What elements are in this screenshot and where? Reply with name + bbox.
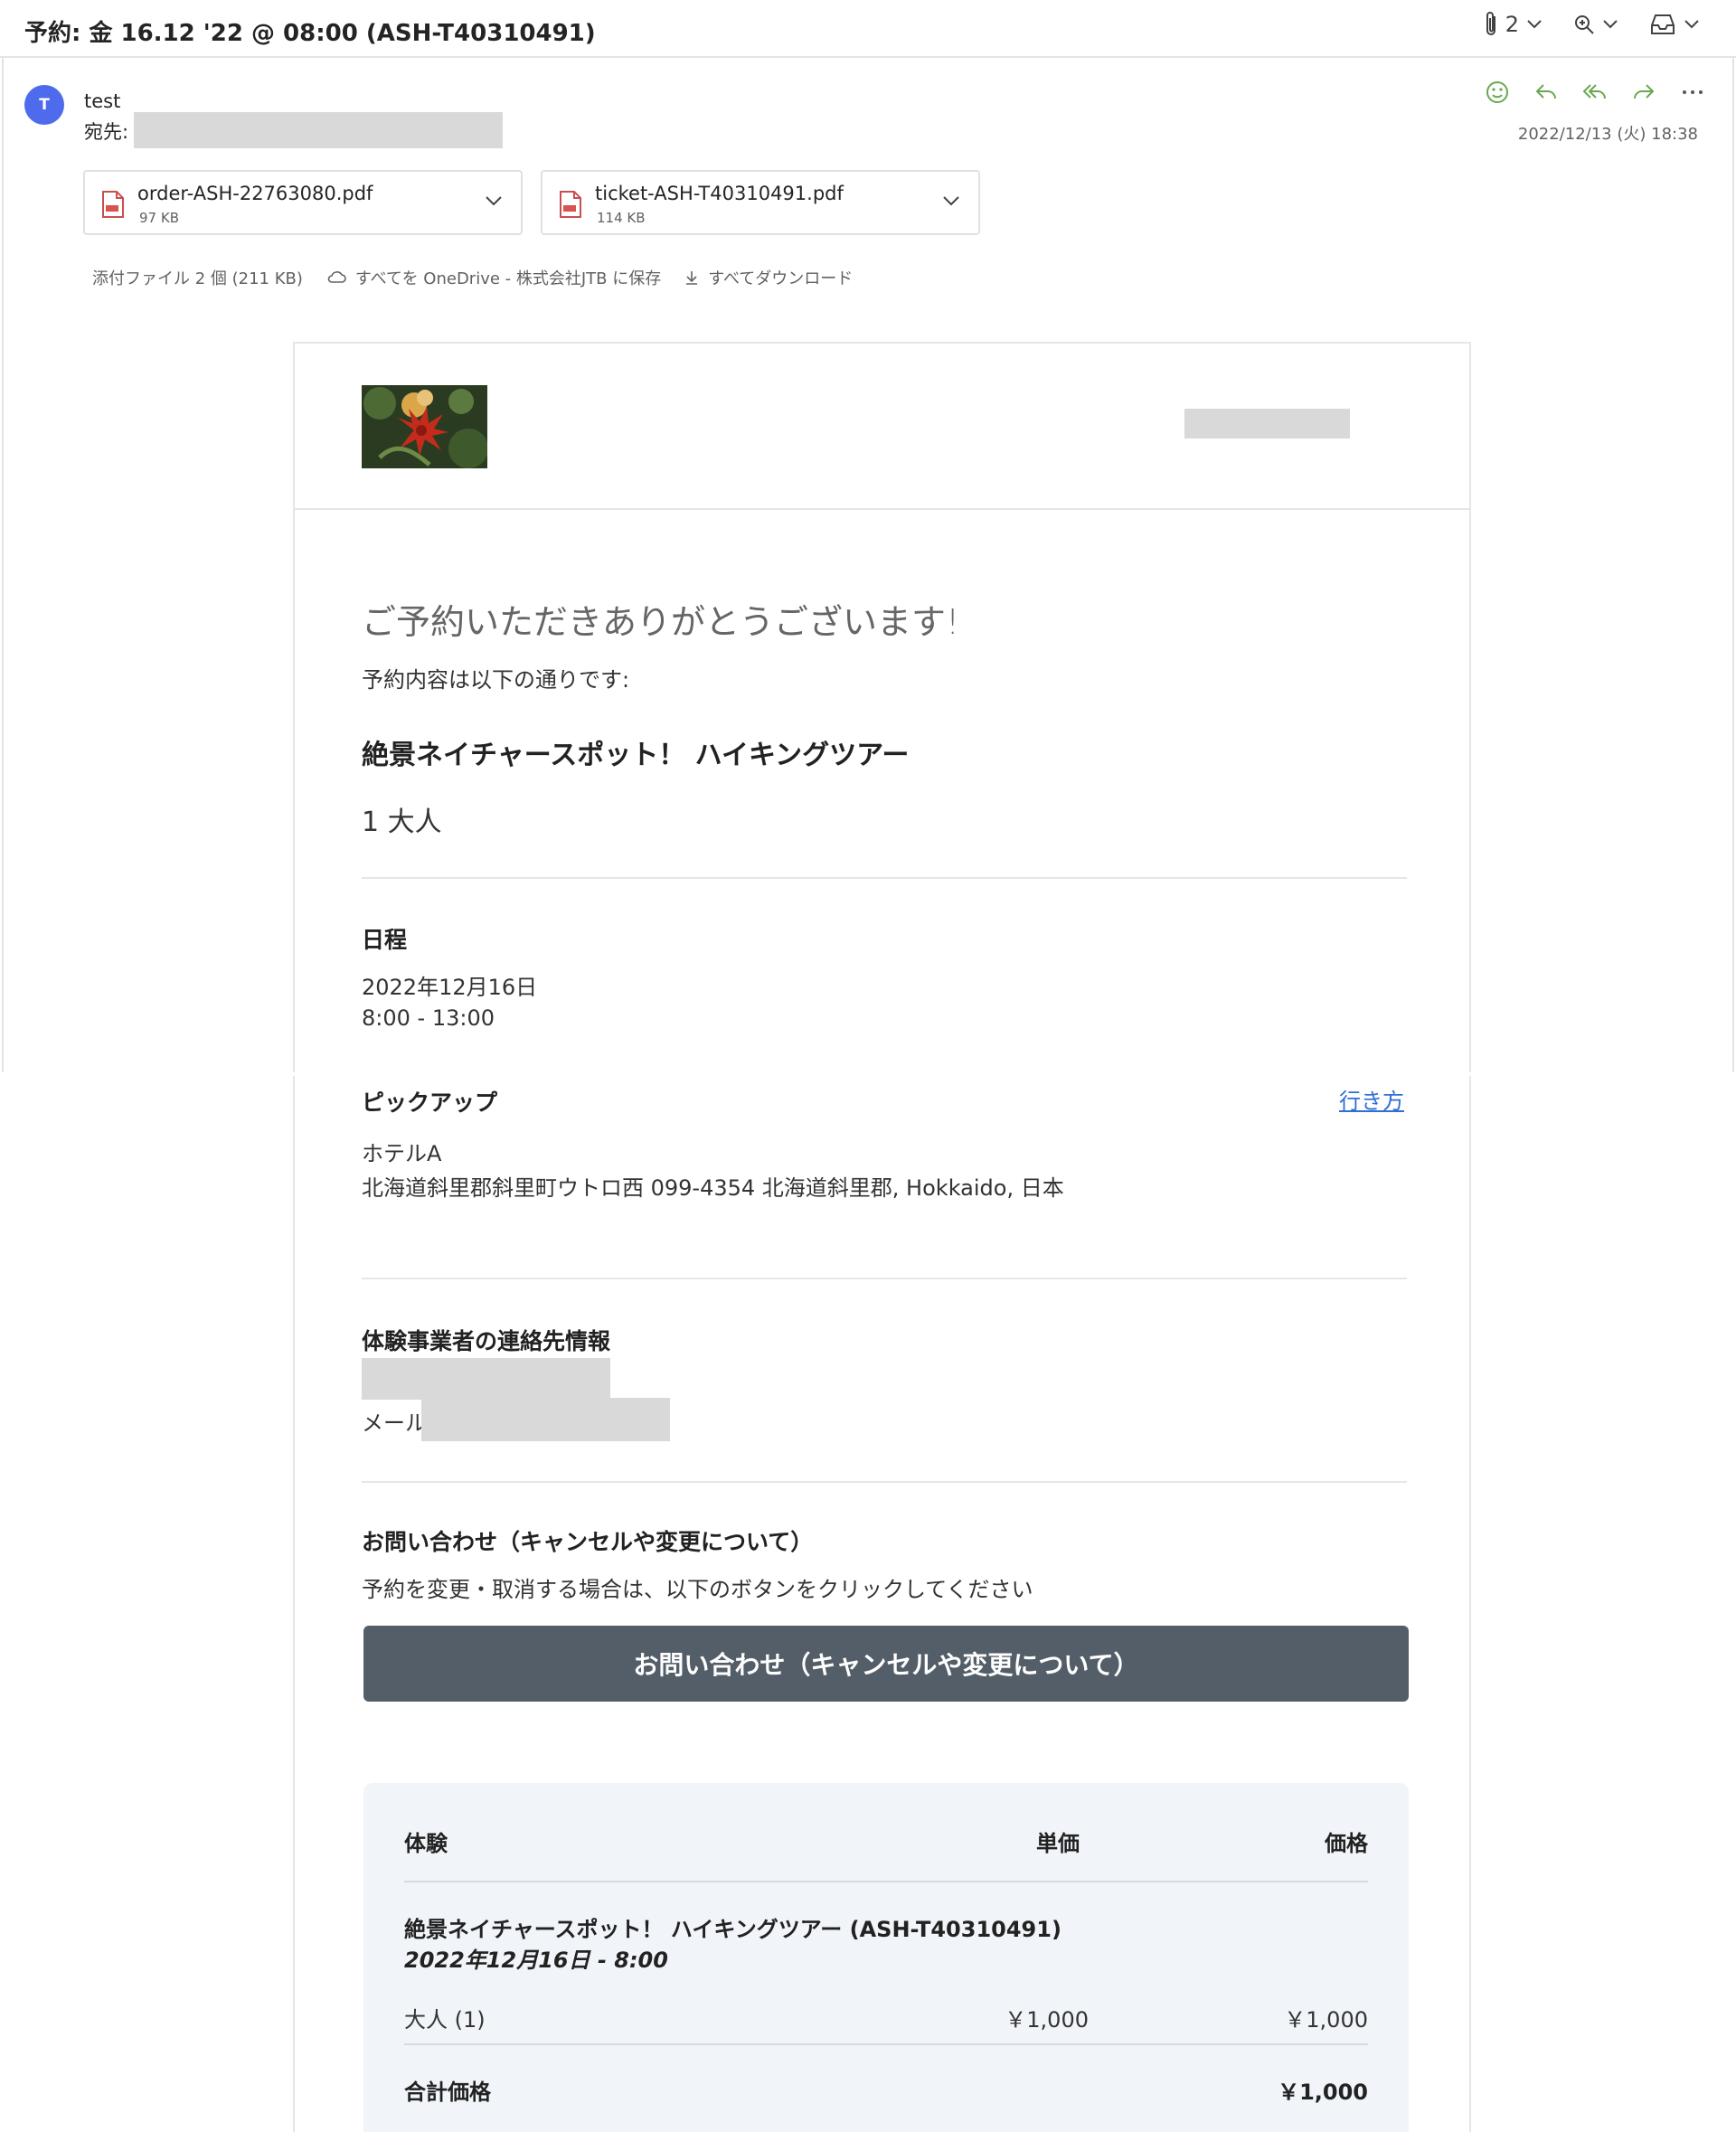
reaction-button[interactable] <box>1483 78 1512 107</box>
item-name: 絶景ネイチャースポット！ ハイキングツアー (ASH-T40310491) <box>404 1917 1061 1942</box>
email-subject: 予約: 金 16.12 '22 @ 08:00 (ASH-T40310491) <box>24 20 596 47</box>
more-actions-button[interactable] <box>1678 78 1707 107</box>
zoom-in-icon <box>1573 14 1595 35</box>
header-tools: 2 <box>1484 11 1700 38</box>
company-logo <box>362 385 487 468</box>
move-to-folder-button[interactable] <box>1649 13 1700 36</box>
schedule-time: 8:00 - 13:00 <box>362 1005 495 1031</box>
row-price: ￥1,000 <box>1284 2007 1368 2033</box>
col-header-price: 価格 <box>1325 1831 1368 1856</box>
inquiry-title: お問い合わせ（キャンセルや変更について） <box>362 1529 814 1555</box>
download-all-link[interactable]: すべてダウンロード <box>684 266 853 289</box>
redacted-operator-name <box>362 1358 610 1400</box>
attachment-count: 2 <box>1505 12 1519 37</box>
participants: 1 大人 <box>362 807 442 838</box>
redacted-recipient <box>134 112 503 148</box>
pickup-place: ホテルA <box>362 1141 442 1166</box>
col-header-experience: 体験 <box>404 1831 448 1856</box>
redacted-header-info <box>1184 409 1350 439</box>
pickup-title: ピックアップ <box>362 1090 498 1116</box>
zoom-button[interactable] <box>1573 14 1618 35</box>
inquiry-button[interactable]: お問い合わせ（キャンセルや変更について） <box>363 1626 1409 1702</box>
pdf-file-icon <box>559 190 582 222</box>
chevron-down-icon <box>1602 19 1618 30</box>
attachment-card-order[interactable]: order-ASH-22763080.pdf 97 KB <box>83 170 523 235</box>
paperclip-icon <box>1484 11 1498 38</box>
chevron-down-icon <box>1684 19 1700 30</box>
thank-you-heading: ご予約いただきありがとうございます! <box>362 602 960 642</box>
attachment-name: order-ASH-22763080.pdf <box>137 183 373 204</box>
attachment-size: 97 KB <box>139 210 179 226</box>
save-to-onedrive-link[interactable]: すべてを OneDrive - 株式会社JTB に保存 <box>326 266 661 289</box>
email-body: ご予約いただきありがとうございます! 予約内容は以下の通りです: 絶景ネイチャー… <box>293 342 1471 2132</box>
divider <box>362 1481 1407 1483</box>
directions-link[interactable]: 行き方 <box>1339 1083 1404 1115</box>
divider <box>362 877 1407 879</box>
cloud-icon <box>327 271 346 283</box>
chevron-down-icon <box>1526 19 1543 30</box>
schedule-title: 日程 <box>362 927 408 953</box>
pdf-file-icon <box>101 190 125 222</box>
screenshot-seam <box>0 1072 1736 1076</box>
pane-border-right <box>1732 58 1734 1076</box>
message-actions <box>1483 78 1707 107</box>
attachment-summary: 添付ファイル 2 個 (211 KB) <box>92 269 303 288</box>
email-header-band <box>295 344 1469 510</box>
avatar[interactable]: T <box>24 85 64 125</box>
total-label: 合計価格 <box>404 2080 491 2105</box>
total-price: ￥1,000 <box>1278 2080 1368 2105</box>
mail-label: メール <box>362 1410 427 1436</box>
row-unit-price: ￥1,000 <box>1005 2007 1089 2033</box>
item-datetime: 2022年12月16日 - 8:00 <box>404 1948 668 1973</box>
redacted-email-address <box>421 1398 670 1441</box>
divider <box>404 2043 1368 2045</box>
price-table: 体験 単価 価格 絶景ネイチャースポット！ ハイキングツアー (ASH-T403… <box>363 1783 1409 2132</box>
attachment-size: 114 KB <box>597 210 646 226</box>
reading-pane-header: 予約: 金 16.12 '22 @ 08:00 (ASH-T40310491) … <box>0 0 1736 58</box>
chevron-down-icon[interactable] <box>942 193 960 211</box>
intro-text: 予約内容は以下の通りです: <box>362 667 630 693</box>
attachment-actions-bar: 添付ファイル 2 個 (211 KB) すべてを OneDrive - 株式会社… <box>92 266 853 289</box>
operator-contact-title: 体験事業者の連絡先情報 <box>362 1328 611 1354</box>
tour-name: 絶景ネイチャースポット！ ハイキングツアー <box>362 740 910 771</box>
attachment-name: ticket-ASH-T40310491.pdf <box>595 183 844 204</box>
pickup-address: 北海道斜里郡斜里町ウトロ西 099-4354 北海道斜里郡, Hokkaido,… <box>362 1175 1064 1201</box>
recipient-label: 宛先: <box>84 121 129 143</box>
divider <box>362 1278 1407 1279</box>
row-label: 大人 (1) <box>404 2007 486 2033</box>
inquiry-text: 予約を変更・取消する場合は、以下のボタンをクリックしてください <box>362 1577 1033 1602</box>
chevron-down-icon[interactable] <box>485 193 503 211</box>
reply-button[interactable] <box>1532 78 1561 107</box>
schedule-date: 2022年12月16日 <box>362 975 538 1000</box>
inbox-icon <box>1649 13 1676 36</box>
forward-button[interactable] <box>1629 78 1658 107</box>
col-header-unit-price: 単価 <box>1036 1831 1080 1856</box>
download-icon <box>686 271 698 285</box>
attachment-card-ticket[interactable]: ticket-ASH-T40310491.pdf 114 KB <box>541 170 980 235</box>
pane-border-left <box>2 58 4 1076</box>
reply-all-button[interactable] <box>1580 78 1609 107</box>
message-timestamp: 2022/12/13 (火) 18:38 <box>1517 125 1698 144</box>
attachments-toggle[interactable]: 2 <box>1484 11 1543 38</box>
divider <box>404 1881 1368 1882</box>
sender-name[interactable]: test <box>84 90 120 112</box>
